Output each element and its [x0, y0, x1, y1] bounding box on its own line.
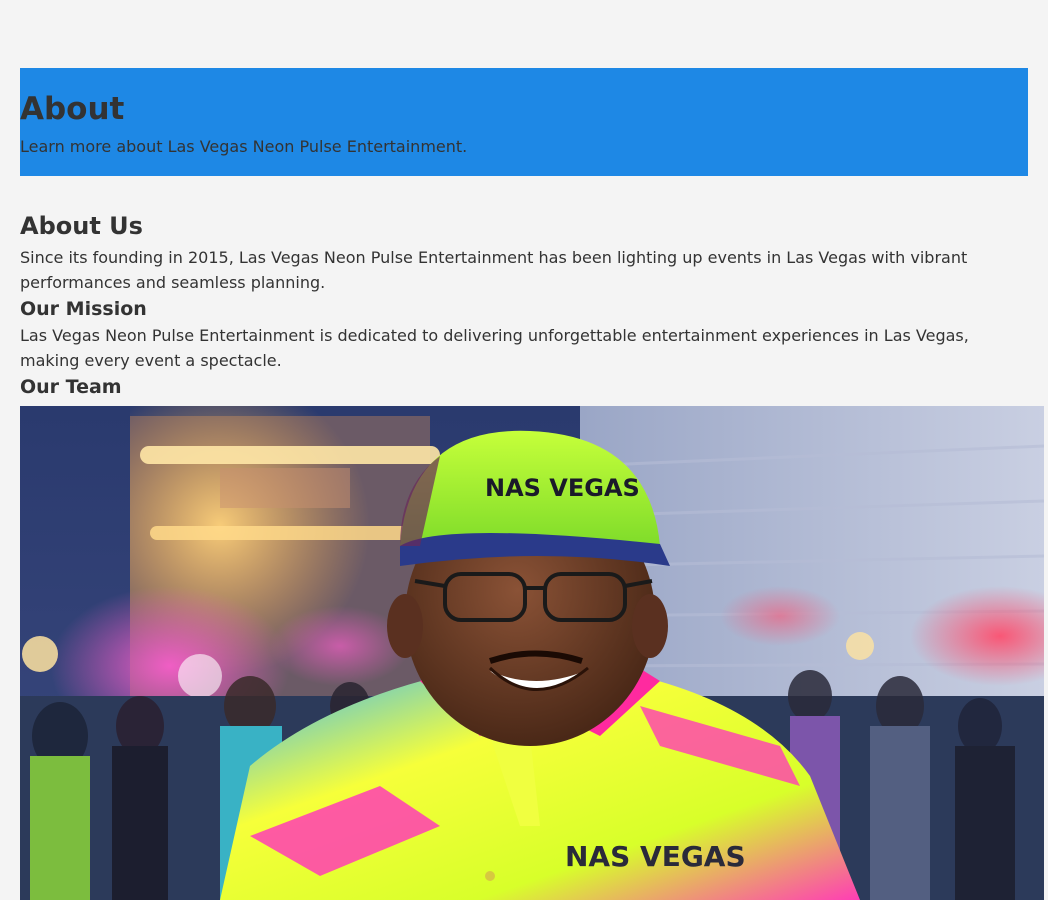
team-photo: NAS VEGAS NAS VEGAS [20, 406, 1044, 900]
cap-logo-text: NAS VEGAS [485, 474, 640, 502]
page-subtitle: Learn more about Las Vegas Neon Pulse En… [20, 137, 468, 156]
our-mission-text: Las Vegas Neon Pulse Entertainment is de… [20, 326, 969, 370]
shirt-logo-text: NAS VEGAS [565, 840, 746, 873]
about-us-heading: About Us [20, 212, 143, 240]
about-content: About Us Since its founding in 2015, Las… [20, 208, 1028, 401]
our-mission-heading: Our Mission [20, 298, 147, 320]
hero-banner: About Learn more about Las Vegas Neon Pu… [20, 68, 1028, 176]
our-team-heading: Our Team [20, 376, 122, 398]
about-us-text: Since its founding in 2015, Las Vegas Ne… [20, 248, 968, 292]
page-title: About [20, 91, 125, 127]
team-photo-illustration: NAS VEGAS NAS VEGAS [20, 406, 1044, 900]
